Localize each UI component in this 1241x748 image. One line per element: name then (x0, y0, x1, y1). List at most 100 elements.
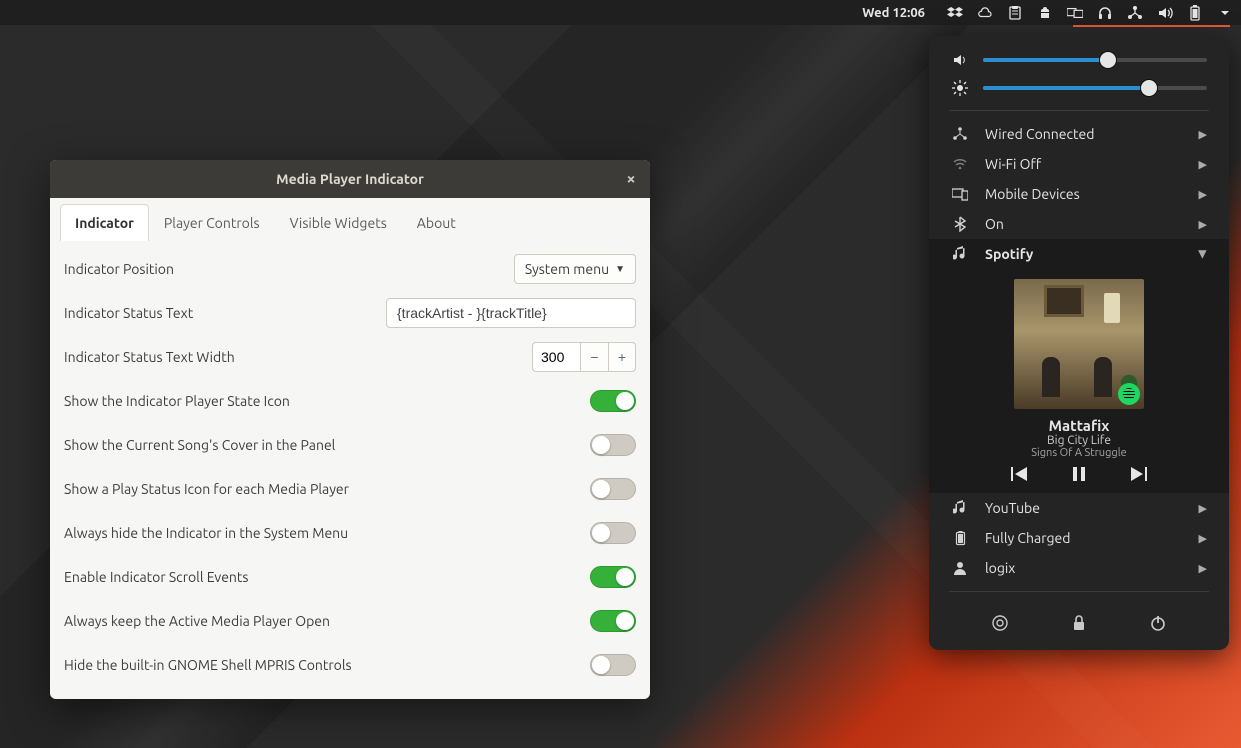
brightness-icon (951, 80, 969, 96)
status-text-input[interactable] (386, 298, 636, 328)
chevron-right-icon: ▶ (1199, 128, 1207, 141)
menu-item-label: Mobile Devices (985, 186, 1080, 202)
stepper-minus[interactable]: − (580, 342, 608, 372)
previous-button[interactable] (1011, 467, 1027, 481)
indicator-position-dropdown[interactable]: System menu ▼ (514, 254, 636, 284)
indicator-position-label: Indicator Position (64, 261, 174, 277)
chevron-right-icon: ▶ (1199, 158, 1207, 171)
menu-item-label: On (985, 216, 1004, 232)
toggle-label: Hide the built-in GNOME Shell MPRIS Cont… (64, 657, 352, 673)
toggle-scroll-events[interactable] (590, 566, 636, 588)
menu-item-label: YouTube (985, 500, 1040, 516)
toggle-label: Show the Indicator Player State Icon (64, 393, 290, 409)
lock-button[interactable] (1072, 614, 1086, 632)
menu-item-wired[interactable]: Wired Connected ▶ (929, 119, 1229, 149)
battery-icon[interactable] (1187, 5, 1203, 21)
tab-about[interactable]: About (402, 204, 471, 241)
volume-slider[interactable] (983, 58, 1207, 62)
menu-item-label: Fully Charged (985, 530, 1070, 546)
power-button[interactable] (1149, 614, 1167, 632)
system-menu: Wired Connected ▶ Wi-Fi Off ▶ Mobile Dev… (929, 36, 1229, 650)
menu-item-label: logix (985, 560, 1015, 576)
next-button[interactable] (1131, 467, 1147, 481)
chef-icon[interactable] (1037, 5, 1053, 21)
status-width-stepper: − + (532, 342, 636, 372)
tabstrip: Indicator Player Controls Visible Widget… (50, 198, 650, 241)
menu-item-wifi[interactable]: Wi-Fi Off ▶ (929, 149, 1229, 179)
close-icon[interactable]: × (622, 170, 640, 188)
window-title: Media Player Indicator (276, 171, 424, 187)
toggle-label: Enable Indicator Scroll Events (64, 569, 249, 585)
toggle-label: Show a Play Status Icon for each Media P… (64, 481, 349, 497)
menu-item-user[interactable]: logix ▶ (929, 553, 1229, 583)
clipboard-icon[interactable] (1007, 5, 1023, 21)
screens-icon[interactable] (1067, 5, 1083, 21)
titlebar[interactable]: Media Player Indicator × (50, 160, 650, 198)
status-width-label: Indicator Status Text Width (64, 349, 235, 365)
menu-item-label: Wired Connected (985, 126, 1094, 142)
topbar-active-underline (1073, 25, 1230, 27)
toggle-keep-open[interactable] (590, 610, 636, 632)
user-icon (951, 560, 969, 576)
volume-icon (951, 52, 969, 68)
sysmenu-footer (929, 600, 1229, 636)
settings-window: Media Player Indicator × Indicator Playe… (50, 160, 650, 699)
toggle-cover-in-panel[interactable] (590, 434, 636, 456)
player-panel: Mattafix Big City Life Signs Of A Strugg… (929, 269, 1229, 493)
toggle-hide-in-sysmenu[interactable] (590, 522, 636, 544)
stepper-plus[interactable]: + (608, 342, 636, 372)
spotify-badge-icon (1118, 383, 1140, 405)
toggle-hide-mpris[interactable] (590, 654, 636, 676)
pause-button[interactable] (1073, 467, 1085, 481)
separator (949, 110, 1209, 111)
dropdown-value: System menu (525, 261, 609, 277)
bluetooth-icon (951, 216, 969, 232)
toggle-label: Show the Current Song's Cover in the Pan… (64, 437, 335, 453)
menu-item-youtube[interactable]: YouTube ▶ (929, 493, 1229, 523)
menu-item-mobile[interactable]: Mobile Devices ▶ (929, 179, 1229, 209)
music-icon (951, 246, 969, 262)
network-icon[interactable] (1127, 5, 1143, 21)
music-icon (951, 500, 969, 516)
chevron-down-icon: ▶ (1196, 250, 1209, 258)
clock: Wed 12:06 (862, 6, 925, 20)
wifi-off-icon (951, 156, 969, 172)
chevron-right-icon: ▶ (1199, 562, 1207, 575)
toggle-play-status-icon[interactable] (590, 478, 636, 500)
menu-item-battery[interactable]: Fully Charged ▶ (929, 523, 1229, 553)
tab-visible-widgets[interactable]: Visible Widgets (275, 204, 402, 241)
toggle-player-state-icon[interactable] (590, 390, 636, 412)
brightness-slider-row (929, 74, 1229, 102)
separator (949, 591, 1209, 592)
battery-icon (951, 530, 969, 546)
chevron-right-icon: ▶ (1199, 218, 1207, 231)
network-wired-icon (951, 126, 969, 142)
dropbox-icon[interactable] (947, 5, 963, 21)
chevron-right-icon: ▶ (1199, 532, 1207, 545)
tab-player-controls[interactable]: Player Controls (149, 204, 275, 241)
track-album: Signs Of A Struggle (929, 447, 1229, 459)
caret-down-icon[interactable] (1217, 5, 1233, 21)
menu-item-label: Wi-Fi Off (985, 156, 1041, 172)
track-title: Big City Life (929, 434, 1229, 447)
chevron-right-icon: ▶ (1199, 502, 1207, 515)
topbar: Wed 12:06 (0, 0, 1241, 25)
caret-down-icon: ▼ (615, 263, 625, 275)
headphones-icon[interactable] (1097, 5, 1113, 21)
form: Indicator Position System menu ▼ Indicat… (50, 241, 650, 699)
cloud-icon[interactable] (977, 5, 993, 21)
menu-item-bluetooth[interactable]: On ▶ (929, 209, 1229, 239)
brightness-slider[interactable] (983, 86, 1207, 90)
tab-indicator[interactable]: Indicator (60, 204, 149, 241)
chevron-right-icon: ▶ (1199, 188, 1207, 201)
status-width-input[interactable] (532, 342, 580, 372)
settings-button[interactable] (991, 614, 1009, 632)
menu-item-spotify[interactable]: Spotify ▶ (929, 239, 1229, 269)
toggle-label: Always keep the Active Media Player Open (64, 613, 330, 629)
track-artist: Mattafix (929, 417, 1229, 434)
volume-icon[interactable] (1157, 5, 1173, 21)
devices-icon (951, 187, 969, 201)
menu-item-label: Spotify (985, 246, 1033, 262)
album-art (1014, 279, 1144, 409)
toggle-label: Always hide the Indicator in the System … (64, 525, 348, 541)
